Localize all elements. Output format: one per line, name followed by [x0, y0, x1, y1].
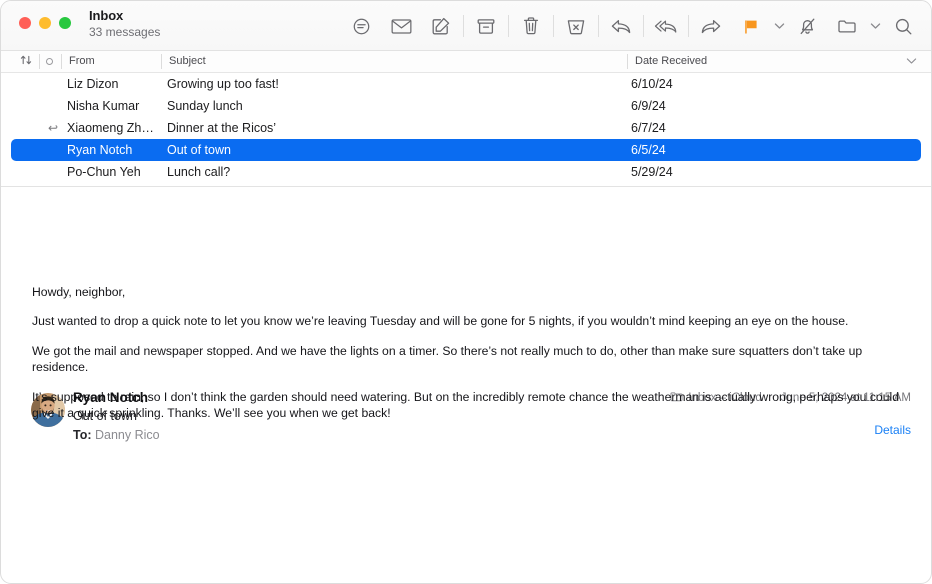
reply-icon	[610, 17, 632, 36]
row-subject: Sunday lunch	[167, 99, 243, 113]
row-date: 6/10/24	[631, 77, 673, 91]
toolbar-separator	[643, 15, 644, 37]
junk-button[interactable]	[556, 9, 596, 43]
toolbar: Inbox 33 messages	[1, 1, 931, 51]
forward-icon	[700, 17, 722, 36]
header-divider	[161, 54, 162, 69]
row-from: Xiaomeng Zh…	[67, 121, 154, 135]
table-row-selected[interactable]: Ryan Notch Out of town 6/5/24	[11, 139, 921, 161]
delete-button[interactable]	[511, 9, 551, 43]
maximize-button[interactable]	[59, 17, 71, 29]
forward-button[interactable]	[691, 9, 731, 43]
toolbar-separator	[553, 15, 554, 37]
reply-all-button[interactable]	[646, 9, 686, 43]
move-folder-menu-button[interactable]	[867, 9, 883, 43]
row-subject: Out of town	[167, 143, 231, 157]
body-paragraph: Howdy, neighbor,	[32, 285, 126, 299]
row-from: Po-Chun Yeh	[67, 165, 141, 179]
table-row[interactable]: ↩ Xiaomeng Zh… Dinner at the Ricos’ 6/7/…	[11, 117, 921, 139]
minimize-button[interactable]	[39, 17, 51, 29]
row-subject: Dinner at the Ricos’	[167, 121, 277, 135]
table-row[interactable]: Po-Chun Yeh Lunch call? 5/29/24	[11, 161, 921, 183]
unread-column-icon[interactable]	[46, 58, 53, 65]
folder-icon	[837, 17, 857, 35]
move-folder-button[interactable]	[827, 9, 867, 43]
chevron-down-icon	[906, 58, 917, 64]
row-from: Nisha Kumar	[67, 99, 140, 113]
flag-menu-button[interactable]	[771, 9, 787, 43]
sort-icon	[20, 55, 32, 65]
column-header-subject[interactable]: Subject	[169, 55, 206, 67]
chevron-down-icon	[774, 17, 785, 35]
body-paragraph: Just wanted to drop a quick note to let …	[32, 314, 849, 329]
body-paragraph: It’s supposed to rain, so I don’t think …	[32, 389, 899, 421]
archive-button[interactable]	[466, 9, 506, 43]
row-subject: Lunch call?	[167, 165, 231, 179]
message-list[interactable]: Liz Dizon Growing up too fast! 6/10/24 N…	[1, 73, 931, 187]
header-divider	[627, 54, 628, 69]
reply-button[interactable]	[601, 9, 641, 43]
mailbox-name: Inbox	[89, 8, 124, 23]
compose-icon	[431, 16, 451, 36]
row-date: 6/5/24	[631, 143, 666, 157]
trash-icon	[522, 16, 540, 36]
archive-icon	[476, 17, 496, 36]
filter-button[interactable]	[341, 9, 381, 43]
mark-unread-icon	[391, 17, 412, 36]
search-button[interactable]	[883, 9, 923, 43]
toolbar-separator	[508, 15, 509, 37]
toolbar-separator	[463, 15, 464, 37]
row-from: Ryan Notch	[67, 143, 133, 157]
search-icon	[894, 17, 913, 36]
toolbar-separator	[688, 15, 689, 37]
mute-button[interactable]	[787, 9, 827, 43]
mute-icon	[798, 16, 817, 36]
message-body: Howdy, neighbor, Just wanted to drop a q…	[32, 284, 903, 435]
row-subject: Growing up too fast!	[167, 77, 279, 91]
replied-indicator: ↩	[47, 121, 59, 135]
table-row[interactable]: Liz Dizon Growing up too fast! 6/10/24	[11, 73, 921, 95]
body-paragraph: We got the mail and newspaper stopped. A…	[32, 343, 863, 375]
header-divider	[61, 54, 62, 69]
column-header-from[interactable]: From	[69, 55, 95, 67]
toolbar-separator	[598, 15, 599, 37]
column-options-button[interactable]	[906, 56, 917, 68]
flag-icon	[742, 17, 760, 36]
toolbar-actions	[341, 1, 923, 51]
table-row[interactable]: Nisha Kumar Sunday lunch 6/9/24	[11, 95, 921, 117]
junk-icon	[566, 17, 586, 36]
filter-icon	[352, 17, 371, 36]
message-header: Ryan Notch Out of town To: Danny Rico In…	[1, 187, 931, 442]
compose-button[interactable]	[421, 9, 461, 43]
header-divider	[39, 54, 40, 69]
sort-order-button[interactable]	[17, 54, 35, 69]
row-date: 6/9/24	[631, 99, 666, 113]
row-from: Liz Dizon	[67, 77, 119, 91]
mail-window: Inbox 33 messages From Subject Date Rece…	[0, 0, 932, 584]
message-count: 33 messages	[89, 24, 161, 39]
chevron-down-icon	[870, 17, 881, 35]
row-date: 5/29/24	[631, 165, 673, 179]
message-list-header: From Subject Date Received	[1, 51, 931, 73]
flag-button[interactable]	[731, 9, 771, 43]
column-header-date-received[interactable]: Date Received	[635, 55, 707, 67]
row-date: 6/7/24	[631, 121, 666, 135]
close-button[interactable]	[19, 17, 31, 29]
mailbox-title-block: Inbox 33 messages	[89, 8, 161, 40]
window-controls	[19, 17, 71, 29]
reply-all-icon	[654, 17, 678, 36]
mark-unread-button[interactable]	[381, 9, 421, 43]
